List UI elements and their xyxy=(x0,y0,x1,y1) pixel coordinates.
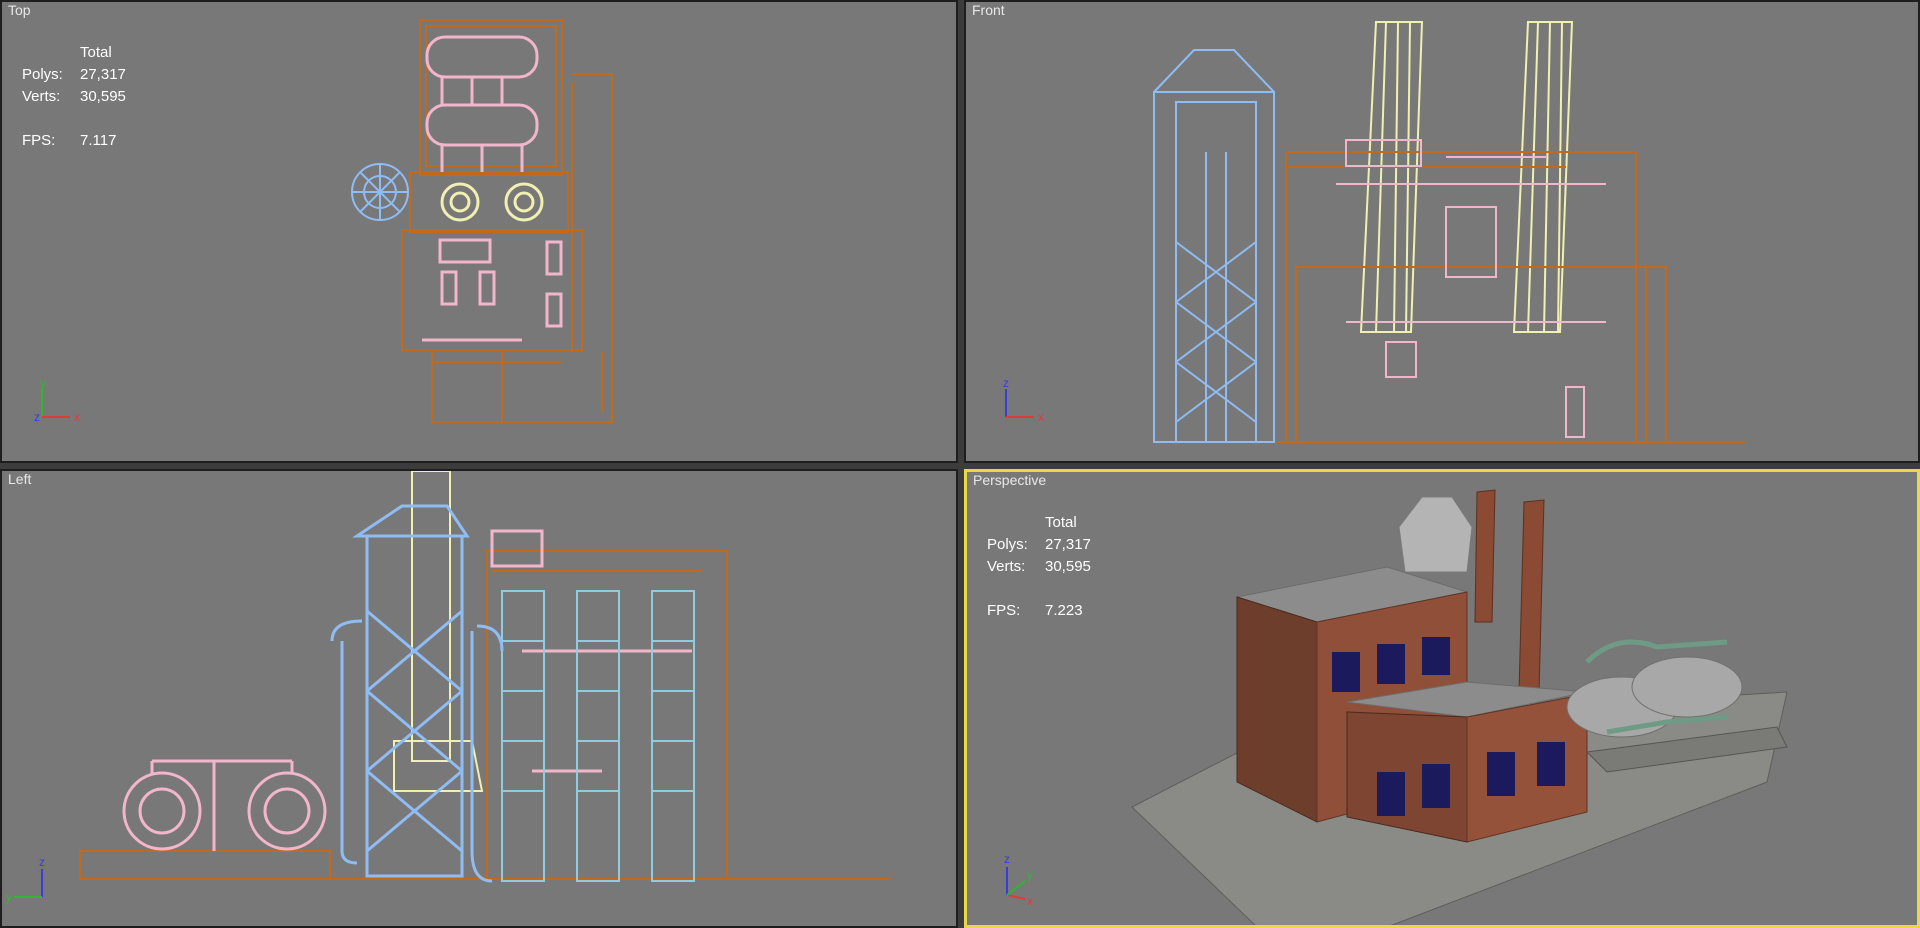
axis-z-label: z xyxy=(1003,377,1009,390)
axis-x-label: x xyxy=(1038,410,1044,424)
axis-tripod-front: z x xyxy=(1003,377,1044,424)
axis-z-label: z xyxy=(39,855,45,869)
axis-z-label: z xyxy=(1004,852,1010,866)
viewport-perspective[interactable]: Perspective Total Polys: 27,317 Verts: 30,… xyxy=(964,469,1920,928)
viewport-top[interactable]: Top Total Polys: 27,317 Verts: 30,595 FPS:… xyxy=(0,0,958,463)
perspective-render xyxy=(1131,489,1788,925)
top-view-wireframe xyxy=(351,19,613,423)
axis-x-label: x xyxy=(74,410,80,424)
left-view-wireframe xyxy=(79,471,890,883)
axis-z-label: z xyxy=(34,410,40,424)
axis-y-label: y xyxy=(6,890,12,904)
axis-x-label: x xyxy=(1027,894,1033,907)
axis-y-label: y xyxy=(1027,868,1033,882)
axis-tripod-top: y x z xyxy=(34,377,80,424)
viewport-front[interactable]: Front z x xyxy=(964,0,1920,463)
axis-y-label: y xyxy=(40,377,46,390)
viewport-left[interactable]: Left z y xyxy=(0,469,958,928)
axis-tripod-left: z y xyxy=(6,855,45,904)
front-view-wireframe xyxy=(1153,21,1746,443)
axis-tripod-perspective: z y x xyxy=(1004,852,1033,907)
